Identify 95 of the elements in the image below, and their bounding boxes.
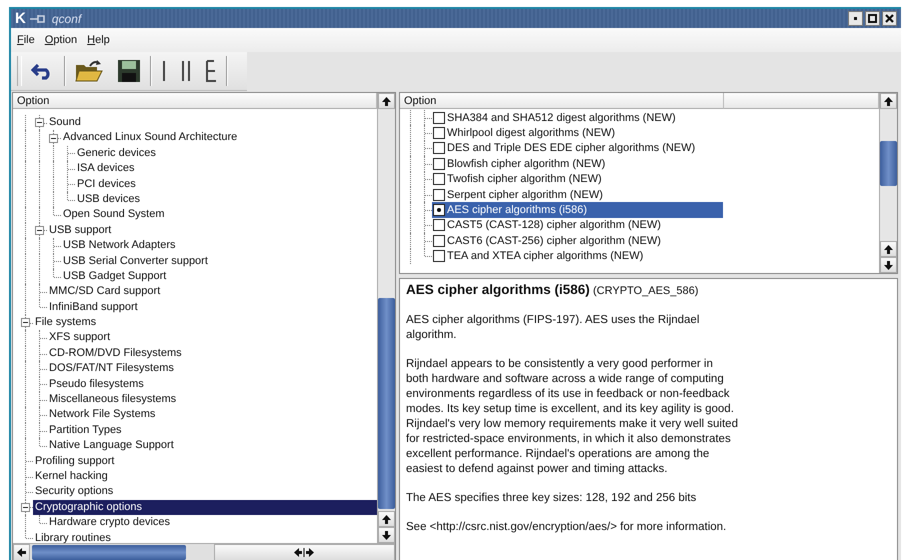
option-item[interactable]: DES and Triple DES EDE cipher algorithms (NEW)	[432, 140, 723, 156]
help-title: AES cipher algorithms (i586)	[406, 282, 590, 297]
tree-item[interactable]: Network File Systems	[47, 407, 377, 423]
maximize-button[interactable]	[865, 11, 880, 26]
checkbox[interactable]	[433, 127, 445, 140]
checkbox[interactable]	[433, 142, 445, 154]
scroll-up-button[interactable]	[880, 241, 897, 257]
option-item[interactable]: Blowfish cipher algorithm (NEW)	[432, 156, 723, 172]
vertical-scrollbar[interactable]	[879, 93, 897, 273]
expander-icon[interactable]	[34, 226, 44, 235]
checkbox[interactable]	[433, 250, 445, 262]
tree-item[interactable]: ISA devices	[75, 161, 377, 177]
expander-icon[interactable]	[20, 318, 30, 328]
close-button[interactable]	[882, 11, 897, 26]
vertical-scrollbar[interactable]	[377, 93, 395, 543]
up-arrow-icon	[884, 96, 893, 106]
option-item[interactable]: Twofish cipher algorithm (NEW)	[432, 172, 723, 187]
scrollbar-thumb[interactable]	[32, 545, 186, 560]
option-item[interactable]: CAST5 (CAST-128) cipher algorithm (NEW)	[432, 218, 723, 234]
down-arrow-icon	[884, 260, 893, 270]
checkbox[interactable]	[433, 158, 445, 170]
tree-item[interactable]: Miscellaneous filesystems	[47, 392, 377, 408]
tree-item[interactable]: DOS/FAT/NT Filesystems	[47, 361, 377, 377]
tree-item[interactable]: USB Serial Converter support	[61, 254, 377, 269]
tree-item[interactable]: Native Language Support	[47, 438, 377, 454]
option-item[interactable]: CAST6 (CAST-256) cipher algorithm (NEW)	[432, 233, 723, 249]
scroll-up-button[interactable]	[378, 511, 395, 527]
checkbox[interactable]	[433, 112, 445, 124]
help-paragraph: AES cipher algorithms (FIPS-197). AES uses the Rijndael algorithm.	[406, 313, 700, 343]
help-paragraph: See <http://csrc.nist.gov/encryption/aes/> for more information.	[406, 520, 728, 535]
help-paragraph: The AES specifies three key sizes: 128, 192 and 256 bits	[406, 491, 698, 506]
help-paragraph: Rijndael appears to be consistently a very good performer in both hardware and software across a wide range of computing environments regardless of its use in feedback or non-feedback modes. Its key setup time is excellent, and its key agility is good. Rijndael's very low memory requirements make it very well suited for restricted-space environments, in which it also demonstrates excellent performance. Rijndael's operations are among the easiest to defend against power and timing attacks.	[406, 357, 738, 477]
option-item[interactable]: SHA384 and SHA512 digest algorithms (NEW)	[432, 110, 723, 126]
app-logo: K	[15, 10, 26, 27]
config-symbol: (CRYPTO_AES_586)	[593, 285, 698, 297]
tree-item[interactable]: Profiling support	[33, 454, 377, 469]
option-item[interactable]: Whirlpool digest algorithms (NEW)	[432, 125, 723, 141]
tree-item[interactable]: MMC/SD Card support	[47, 284, 377, 300]
option-item[interactable]: TEA and XTEA cipher algorithms (NEW)	[432, 248, 723, 264]
option-item[interactable]: Serpent cipher algorithm (NEW)	[432, 186, 723, 202]
tree-item[interactable]: Kernel hacking	[33, 468, 377, 484]
checkbox[interactable]	[433, 219, 445, 232]
down-arrow-icon	[382, 530, 391, 540]
column-header[interactable]: Option	[400, 93, 724, 109]
menu-item[interactable]: Help	[87, 34, 110, 46]
pin-icon[interactable]	[30, 14, 46, 24]
checkbox[interactable]	[433, 234, 445, 247]
checkbox[interactable]	[433, 204, 445, 216]
scroll-down-button[interactable]	[378, 527, 395, 543]
tree-item[interactable]: Pseudo filesystems	[47, 376, 377, 392]
folder-icon	[75, 59, 103, 83]
tree-item[interactable]: PCI devices	[75, 176, 377, 192]
scroll-down-button[interactable]	[880, 257, 897, 273]
tree-item[interactable]: InfiniBand support	[47, 300, 377, 316]
up-arrow-icon	[382, 96, 391, 106]
tree-item[interactable]: Partition Types	[47, 422, 377, 438]
tree-item[interactable]: Generic devices	[75, 146, 377, 162]
menu-item[interactable]: Option	[44, 34, 78, 46]
up-arrow-icon	[382, 514, 391, 524]
option-item[interactable]: AES cipher algorithms (i586)	[432, 202, 723, 218]
checkbox[interactable]	[433, 173, 445, 186]
scroll-left-right-button[interactable]	[214, 544, 395, 560]
scrollbar-thumb[interactable]	[880, 140, 897, 186]
tree-item[interactable]: USB devices	[75, 192, 377, 208]
tree-item[interactable]: Library routines	[33, 530, 377, 543]
expander-icon[interactable]	[48, 134, 58, 143]
tree-item[interactable]: Hardware crypto devices	[47, 515, 377, 531]
horizontal-scrollbar[interactable]	[13, 543, 395, 560]
left-arrow-icon	[17, 548, 26, 557]
menu-item[interactable]: File	[17, 34, 35, 46]
tree-item[interactable]: XFS support	[47, 330, 377, 346]
tree-item[interactable]: Advanced Linux Sound Architecture	[61, 130, 377, 146]
scroll-up-button[interactable]	[378, 93, 395, 109]
checkbox[interactable]	[433, 188, 445, 201]
left-right-arrows-icon	[294, 548, 314, 557]
expander-icon[interactable]	[34, 118, 44, 128]
scrollbar-thumb[interactable]	[378, 298, 395, 509]
tree-item[interactable]: USB Network Adapters	[61, 238, 377, 254]
tree-view-icon	[205, 60, 217, 82]
tree-item[interactable]: File systems	[33, 315, 377, 330]
expander-icon[interactable]	[20, 502, 30, 512]
tree-item[interactable]: Sound	[47, 115, 377, 130]
tree-item[interactable]: CD-ROM/DVD Filesystems	[47, 346, 377, 362]
minimize-button[interactable]	[848, 11, 863, 26]
tree-item[interactable]: USB Gadget Support	[61, 268, 377, 284]
tree-item[interactable]: Security options	[33, 484, 377, 500]
split-view-icon	[181, 60, 191, 82]
up-arrow-icon	[884, 244, 893, 254]
scroll-left-button[interactable]	[13, 544, 30, 560]
tree-item[interactable]: Cryptographic options	[33, 500, 377, 516]
window-title: qconf	[52, 12, 82, 26]
tree-item[interactable]: Open Sound System	[61, 207, 377, 223]
column-header[interactable]: Option	[13, 93, 377, 109]
scroll-up-button[interactable]	[880, 93, 897, 109]
tree-item[interactable]: USB support	[47, 222, 377, 238]
